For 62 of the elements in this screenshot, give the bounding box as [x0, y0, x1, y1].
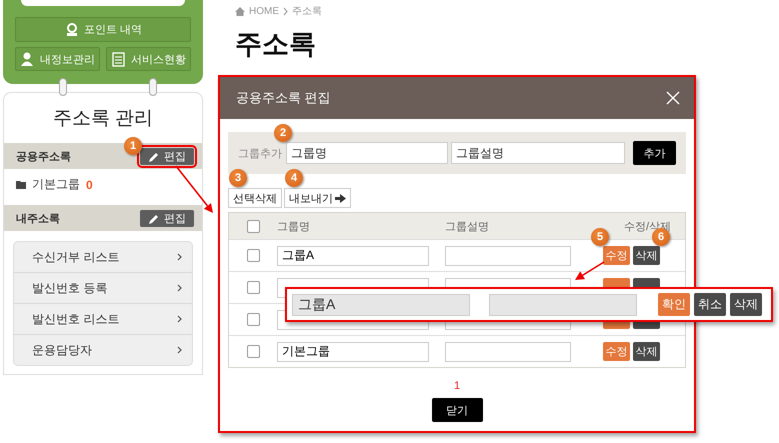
person-icon — [20, 52, 35, 66]
breadcrumb-current: 주소록 — [292, 5, 322, 18]
row-checkbox[interactable] — [246, 345, 260, 358]
group-name-field[interactable]: 그룹A — [277, 246, 429, 266]
delete-button[interactable]: 삭제 — [633, 246, 660, 265]
group-description-field[interactable] — [489, 294, 637, 316]
edit-button[interactable]: 편집 — [140, 210, 194, 226]
menu-label: 수신거부 리스트 — [32, 248, 120, 266]
group-name-field[interactable]: 기본그룹 — [277, 342, 429, 362]
step-badge: 4 — [285, 169, 303, 187]
step-badge: 5 — [591, 228, 609, 246]
page-title: 주소록 — [235, 28, 317, 61]
delete-button[interactable]: 삭제 — [730, 293, 762, 316]
edit-button[interactable]: 편집 — [140, 148, 194, 164]
close-button[interactable] — [666, 91, 680, 105]
menu-label: 발신번호 리스트 — [32, 310, 120, 328]
menu-item[interactable]: 수신거부 리스트 — [14, 242, 192, 273]
group-name-field[interactable]: 그룹A — [292, 294, 470, 316]
menu-label: 운용담당자 — [32, 342, 92, 358]
menu-label: 발신번호 등록 — [32, 280, 108, 296]
menu-item[interactable]: 발신번호 등록 — [14, 273, 192, 304]
chevron-icon — [177, 346, 182, 354]
row-checkbox[interactable] — [246, 281, 260, 294]
chevron-icon — [283, 6, 288, 16]
row-checkbox[interactable] — [246, 249, 260, 262]
select-all-checkbox[interactable] — [246, 220, 260, 232]
menu-item[interactable]: 발신번호 리스트 — [14, 304, 192, 335]
section-title: 내주소록 — [16, 212, 60, 226]
section-title: 공용주소록 — [16, 150, 71, 164]
close-icon — [666, 91, 680, 105]
step-badge: 3 — [229, 169, 247, 187]
close-dialog-button[interactable]: 닫기 — [432, 398, 482, 422]
folder-icon — [16, 180, 26, 189]
column-header: 그룹명 — [277, 220, 311, 234]
chevron-icon — [177, 253, 182, 261]
group-name[interactable]: 기본그룹 — [32, 176, 80, 193]
add-group-label: 그룹추가 — [238, 146, 282, 160]
cancel-button[interactable]: 취소 — [694, 293, 726, 316]
group-name-field[interactable]: 그룹명 — [286, 142, 448, 164]
annotation-arrow — [175, 166, 213, 213]
dialog-title: 공용주소록 편집 — [236, 89, 331, 107]
group-description-field[interactable]: 그룹설명 — [451, 142, 625, 164]
delete-selected-button[interactable]: 선택삭제 — [228, 188, 282, 208]
row-checkbox[interactable] — [246, 313, 260, 326]
annotation-arrow — [575, 261, 604, 280]
arrow-right-icon — [335, 194, 346, 202]
step-badge: 2 — [274, 124, 292, 142]
chevron-icon — [177, 284, 182, 292]
chevron-icon — [177, 315, 182, 323]
page-link[interactable]: 1 — [454, 380, 460, 392]
sidebar-title: 주소록 관리 — [52, 107, 154, 131]
export-button[interactable]: 내보내기 — [284, 188, 351, 208]
group-description-field[interactable] — [445, 246, 571, 266]
delete-button[interactable]: 삭제 — [633, 342, 660, 361]
group-description-field[interactable] — [445, 342, 571, 362]
menu-item[interactable]: 운용담당자 — [14, 335, 192, 365]
column-header: 그룹설명 — [445, 220, 490, 234]
add-button[interactable]: 추가 — [633, 141, 676, 165]
document-icon — [111, 52, 126, 66]
step-badge: 1 — [124, 136, 142, 154]
home-icon — [235, 6, 245, 16]
group-count: 0 — [86, 178, 93, 192]
